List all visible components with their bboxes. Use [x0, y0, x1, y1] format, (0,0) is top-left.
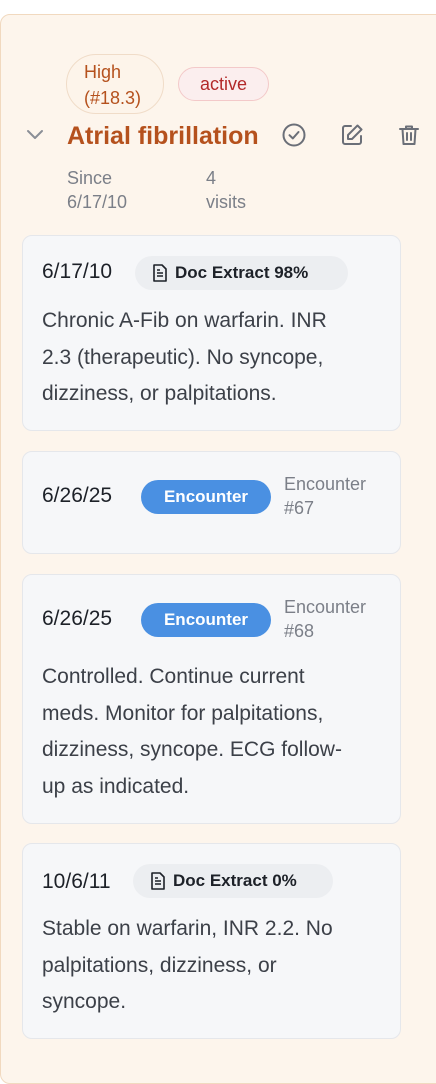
visits-count: 4: [206, 168, 217, 188]
doc-extract-badge: Doc Extract 98%: [135, 256, 348, 290]
visits-info: 4 visits: [206, 166, 246, 214]
note-line: Chronic A-Fib on warfarin. INR: [42, 309, 327, 332]
priority-rank: (#18.3): [84, 88, 142, 108]
visit-note: Chronic A-Fib on warfarin. INR 2.3 (ther…: [42, 303, 387, 413]
trash-icon[interactable]: [396, 122, 422, 148]
status-badge: active: [178, 67, 269, 101]
doc-extract-label: Doc Extract 98%: [175, 263, 309, 282]
visit-date: 6/26/25: [42, 607, 113, 630]
since-label: Since: [67, 168, 113, 188]
visits-label: visits: [206, 192, 246, 212]
document-icon: [151, 872, 165, 890]
encounter-badge[interactable]: Encounter: [141, 603, 271, 637]
note-line: dizziness, or palpitations.: [42, 382, 277, 405]
edit-icon[interactable]: [339, 122, 365, 148]
doc-extract-badge: Doc Extract 0%: [133, 864, 333, 898]
note-line: Controlled. Continue current: [42, 665, 305, 688]
document-icon: [153, 264, 167, 282]
chevron-down-icon[interactable]: [25, 125, 45, 145]
encounter-reference[interactable]: Encounter #67: [284, 472, 366, 520]
note-line: 2.3 (therapeutic). No syncope,: [42, 345, 324, 369]
priority-badge: High (#18.3): [66, 54, 164, 114]
priority-label: High: [84, 62, 122, 82]
encounter-badge[interactable]: Encounter: [141, 480, 271, 514]
visit-card[interactable]: 6/26/25 Encounter Encounter #67: [22, 451, 401, 554]
note-line: meds. Monitor for palpitations,: [42, 701, 324, 725]
encounter-ref-label: Encounter: [284, 474, 367, 494]
problem-title[interactable]: Atrial fibrillation: [67, 120, 259, 152]
visit-note: Controlled. Continue current meds. Monit…: [42, 659, 387, 805]
doc-extract-label: Doc Extract 0%: [173, 871, 297, 890]
note-line: syncope.: [42, 990, 127, 1013]
note-line: palpitations, dizziness, or: [42, 953, 277, 977]
encounter-ref-label: Encounter: [284, 597, 367, 617]
visit-date: 10/6/11: [42, 870, 111, 893]
visit-card[interactable]: 6/17/10 Doc Extract 98% Chronic A-Fib on…: [22, 235, 401, 431]
encounter-ref-number: #68: [284, 621, 315, 641]
encounter-ref-number: #67: [284, 498, 315, 518]
since-info: Since 6/17/10: [67, 166, 127, 214]
visit-note: Stable on warfarin, INR 2.2. No palpitat…: [42, 911, 387, 1021]
since-date: 6/17/10: [67, 192, 128, 212]
note-line: dizziness, syncope. ECG follow-: [42, 738, 342, 761]
check-circle-icon[interactable]: [281, 122, 307, 148]
note-line: up as indicated.: [42, 774, 190, 798]
visit-date: 6/26/25: [42, 484, 113, 507]
visit-card[interactable]: 10/6/11 Doc Extract 0% Stable on warfari…: [22, 843, 401, 1039]
visit-date: 6/17/10: [42, 260, 113, 283]
note-line: Stable on warfarin, INR 2.2. No: [42, 917, 333, 940]
encounter-reference[interactable]: Encounter #68: [284, 595, 366, 643]
visit-card[interactable]: 6/26/25 Encounter Encounter #68 Controll…: [22, 574, 401, 824]
